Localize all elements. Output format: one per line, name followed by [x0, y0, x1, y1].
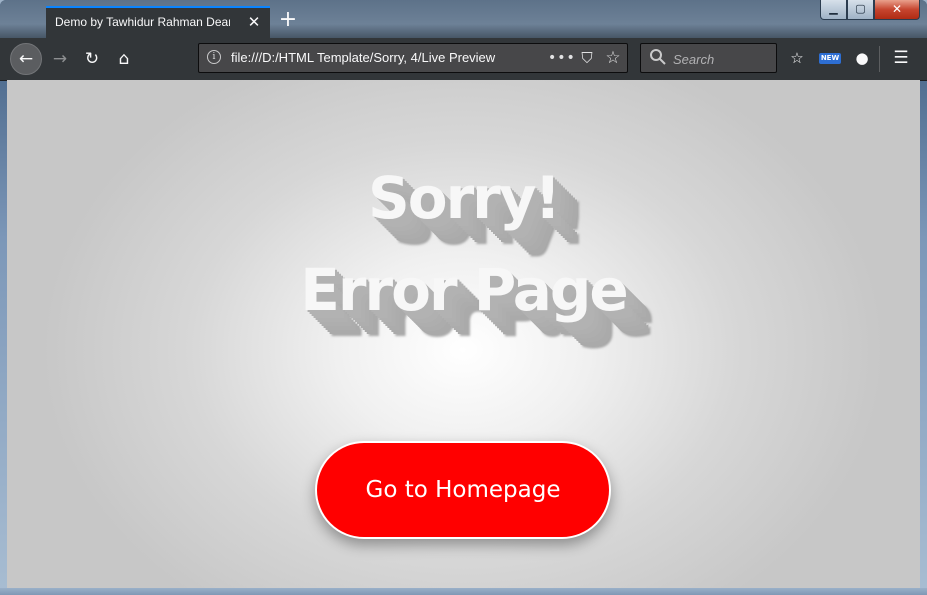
- library-icon[interactable]: ☆: [785, 46, 809, 70]
- url-bar[interactable]: i file:///D:/HTML Template/Sorry, 4/Live…: [198, 43, 628, 73]
- close-window-button[interactable]: ✕: [874, 0, 920, 20]
- home-button-icon[interactable]: ⌂: [108, 43, 140, 75]
- page-actions-icon[interactable]: •••: [548, 44, 575, 72]
- error-heading: Sorry! Error Page: [7, 152, 920, 336]
- navigation-toolbar: ← → ↻ ⌂ i file:///D:/HTML Template/Sorry…: [0, 38, 927, 81]
- forward-button[interactable]: →: [44, 43, 76, 75]
- go-to-homepage-button[interactable]: Go to Homepage: [315, 441, 611, 539]
- whats-new-icon[interactable]: NEW: [818, 46, 842, 70]
- minimize-button[interactable]: ▁: [820, 0, 847, 20]
- tab-close-icon[interactable]: ✕: [246, 8, 262, 36]
- account-icon[interactable]: ●: [850, 46, 874, 70]
- new-badge: NEW: [818, 53, 842, 64]
- browser-tab[interactable]: Demo by Tawhidur Rahman Dear. P ✕: [46, 6, 270, 38]
- page-content: Sorry! Error Page Go to Homepage: [7, 80, 920, 588]
- title-bar: Demo by Tawhidur Rahman Dear. P ✕ + ▁ ▢ …: [0, 0, 927, 40]
- heading-line-sorry: Sorry!: [367, 164, 561, 232]
- reload-button[interactable]: ↻: [76, 43, 108, 75]
- browser-window: Demo by Tawhidur Rahman Dear. P ✕ + ▁ ▢ …: [0, 0, 927, 595]
- tab-title: Demo by Tawhidur Rahman Dear. P: [55, 15, 230, 29]
- back-button[interactable]: ←: [10, 43, 42, 75]
- hamburger-menu-icon[interactable]: ☰: [889, 46, 913, 70]
- pocket-icon[interactable]: ⛉: [577, 44, 597, 72]
- search-input[interactable]: [671, 47, 775, 71]
- toolbar-divider: [879, 46, 880, 72]
- maximize-button[interactable]: ▢: [847, 0, 874, 20]
- new-tab-button[interactable]: +: [276, 9, 300, 33]
- site-info-icon[interactable]: i: [207, 50, 221, 64]
- url-text[interactable]: file:///D:/HTML Template/Sorry, 4/Live P…: [231, 44, 521, 72]
- search-icon: [650, 49, 666, 65]
- bookmark-star-icon[interactable]: ☆: [603, 44, 623, 72]
- heading-line-error-page: Error Page: [300, 256, 628, 324]
- search-bar[interactable]: [640, 43, 777, 73]
- window-frame-bottom: [0, 588, 927, 595]
